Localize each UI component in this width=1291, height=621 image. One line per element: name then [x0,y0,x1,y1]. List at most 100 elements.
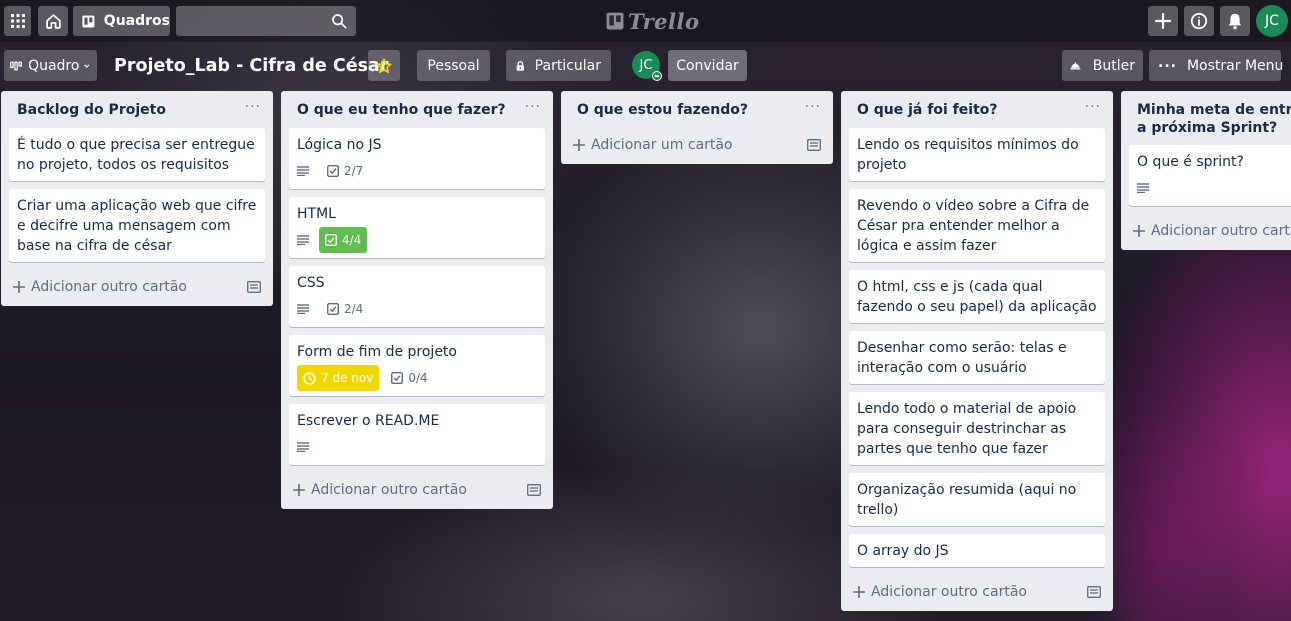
list-title[interactable]: Backlog do Projeto [17,101,166,128]
list-header: O que já foi feito? ··· [841,91,1113,128]
home-button[interactable] [38,6,68,36]
checklist-count: 0/4 [408,371,428,385]
card[interactable]: Escrever o READ.ME [289,404,545,465]
list-menu-icon[interactable]: ··· [1085,100,1105,128]
notifications-button[interactable] [1220,6,1250,36]
card-title: Form de fim de projeto [297,344,457,360]
template-icon[interactable] [1087,586,1101,598]
visibility-button[interactable]: Particular [506,50,611,81]
info-button[interactable] [1184,6,1214,36]
home-icon [45,13,61,29]
card-title: Revendo o vídeo sobre a Cifra de César p… [857,198,1090,254]
list-doing: O que estou fazendo? ··· Adicionar um ca… [561,91,833,164]
card[interactable]: Desenhar como serão: telas e interação c… [849,331,1105,384]
template-icon[interactable] [247,281,261,293]
description-icon [297,304,309,314]
card[interactable]: Lendo os requisitos mínimos do projeto [849,128,1105,181]
card[interactable]: Lendo todo o material de apoio para cons… [849,392,1105,465]
trello-logo[interactable]: Trello [606,8,700,34]
checklist-badge: 2/7 [327,161,363,181]
card[interactable]: Organização resumida (aqui no trello) [849,473,1105,526]
bell-icon [1228,13,1242,29]
list-title[interactable]: Minha meta de entrega para a próxima Spr… [1137,101,1291,137]
add-card-button[interactable]: Adicionar outro cartão [281,473,553,509]
search-icon[interactable] [331,13,347,29]
view-switcher-button[interactable]: Quadro [4,50,97,81]
add-card-button[interactable]: Adicionar outro cartão [1121,214,1291,250]
card[interactable]: HTML 4/4 [289,197,545,258]
checkbox-icon [391,372,404,384]
list-header: Backlog do Projeto ··· [1,91,273,128]
create-button[interactable] [1148,6,1178,36]
list-title[interactable]: O que estou fazendo? [577,101,748,128]
card-title: O array do JS [857,543,949,559]
card-title: Desenhar como serão: telas e interação c… [857,340,1067,376]
trello-logo-text: Trello [628,8,700,34]
search-box[interactable] [176,6,356,36]
user-avatar[interactable]: JC [1256,5,1288,37]
list-backlog: Backlog do Projeto ··· É tudo o que prec… [1,91,273,306]
card[interactable]: Form de fim de projeto 7 de nov 0/4 [289,335,545,396]
due-date-badge[interactable]: 7 de nov [297,365,380,391]
add-card-label: Adicionar um cartão [591,137,733,153]
checklist-badge: 2/4 [327,299,363,319]
add-card-label: Adicionar outro cartão [871,584,1027,600]
boards-button[interactable]: Quadros [73,6,170,36]
card-title: Lendo os requisitos mínimos do projeto [857,137,1079,173]
template-icon[interactable] [527,484,541,496]
team-button[interactable]: Pessoal [417,50,490,81]
list-menu-icon[interactable]: ··· [245,100,265,128]
star-icon [376,58,392,73]
list-done: O que já foi feito? ··· Lendo os requisi… [841,91,1113,611]
plus-icon [1133,225,1145,237]
card[interactable]: O array do JS [849,534,1105,567]
card-title: Lendo todo o material de apoio para cons… [857,401,1077,457]
member-initials: JC [639,57,653,73]
card[interactable]: O html, css e js (cada qual fazendo o se… [849,270,1105,323]
card[interactable]: O que é sprint? [1129,145,1291,206]
card-title: Criar uma aplicação web que cifre e deci… [17,198,257,254]
list-title[interactable]: O que já foi feito? [857,101,997,128]
template-icon[interactable] [807,139,821,151]
card[interactable]: Lógica no JS 2/7 [289,128,545,189]
avatar-initials: JC [1265,13,1279,29]
card-title: Organização resumida (aqui no trello) [857,482,1077,518]
butler-button[interactable]: Butler [1062,50,1143,81]
view-label: Quadro [28,57,80,74]
card[interactable]: Revendo o vídeo sobre a Cifra de César p… [849,189,1105,262]
card-title: É tudo o que precisa ser entregue no pro… [17,137,255,173]
add-card-button[interactable]: Adicionar outro cartão [1,270,273,306]
invite-label: Convidar [676,57,739,74]
description-icon [297,166,309,176]
card[interactable]: Criar uma aplicação web que cifre e deci… [9,189,265,262]
card[interactable]: É tudo o que precisa ser entregue no pro… [9,128,265,181]
add-card-button[interactable]: Adicionar um cartão [561,128,833,164]
visibility-label: Particular [534,57,601,74]
board-member-avatar[interactable]: JC [632,51,662,81]
add-card-label: Adicionar outro cartão [1151,223,1291,239]
list-title[interactable]: O que eu tenho que fazer? [297,101,506,128]
add-card-label: Adicionar outro cartão [311,482,467,498]
card-title: CSS [297,275,325,291]
list-header: Minha meta de entrega para a próxima Spr… [1121,91,1291,145]
list-next-sprint: Minha meta de entrega para a próxima Spr… [1121,91,1291,250]
add-card-button[interactable]: Adicionar outro cartão [841,575,1113,611]
team-label: Pessoal [427,57,480,74]
card[interactable]: CSS 2/4 [289,266,545,327]
list-header: O que estou fazendo? ··· [561,91,833,128]
apps-button[interactable] [4,6,31,36]
star-button[interactable] [368,50,400,81]
list-menu-icon[interactable]: ··· [805,100,825,128]
show-menu-button[interactable]: ... Mostrar Menu [1149,50,1283,81]
search-input[interactable] [176,6,326,36]
checklist-count: 4/4 [342,233,362,247]
board-title[interactable]: Projeto_Lab - Cifra de César [114,52,388,80]
top-header: Quadros Trello JC [0,0,1291,42]
list-menu-icon[interactable]: ··· [525,100,545,128]
checkbox-icon [325,234,337,246]
admin-badge-icon [652,71,662,81]
plus-icon [573,139,585,151]
invite-button[interactable]: Convidar [668,50,747,81]
checklist-complete-badge: 4/4 [319,227,368,253]
more-dots-icon: ... [1158,54,1177,71]
